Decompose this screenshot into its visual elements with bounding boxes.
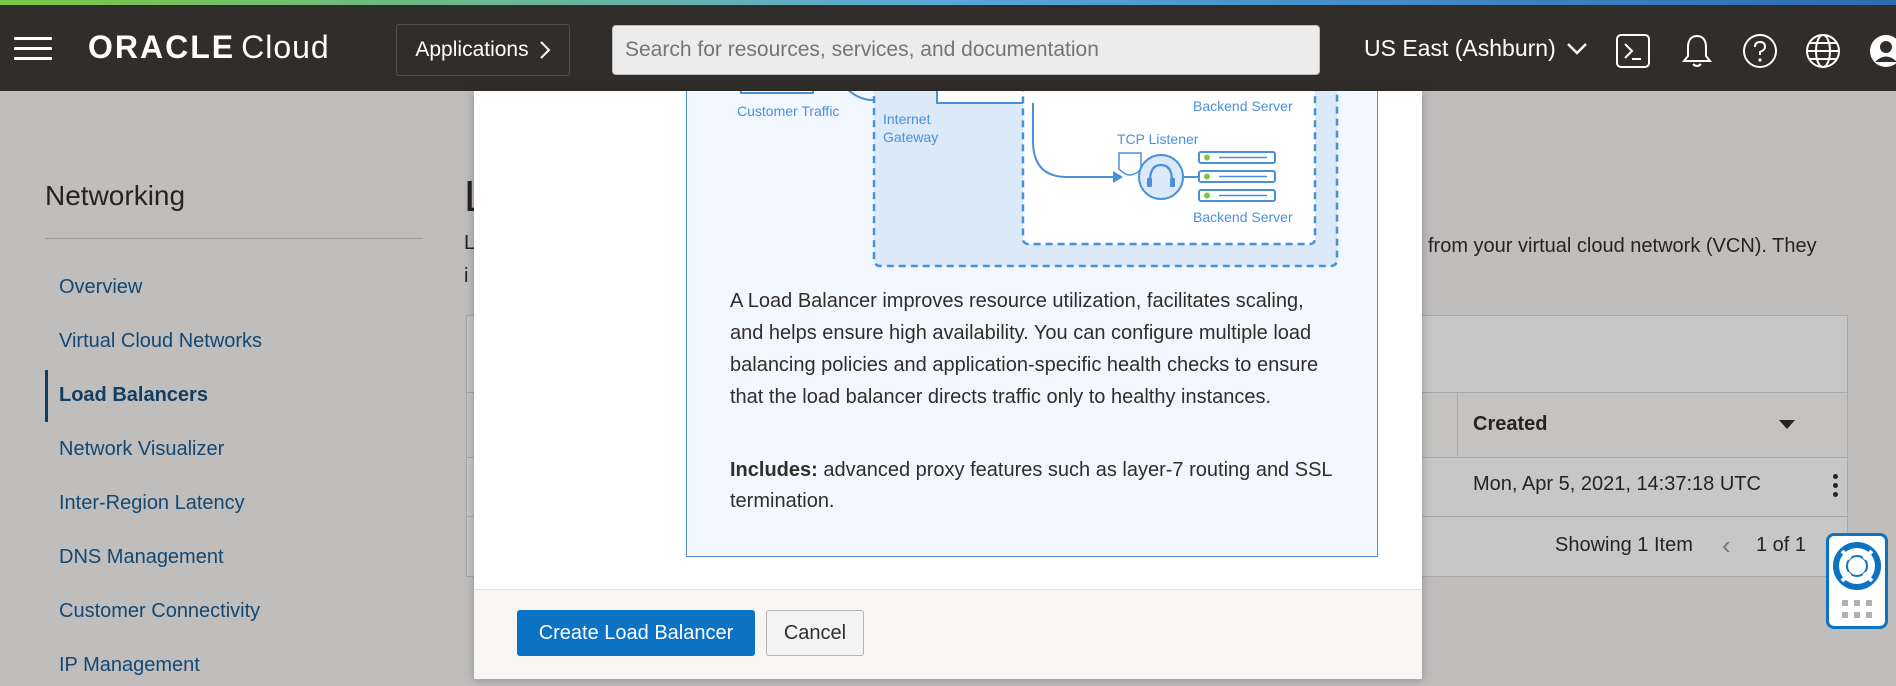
customer-traffic-icon — [740, 91, 814, 94]
load-balancer-description: A Load Balancer improves resource utiliz… — [730, 290, 1319, 408]
help-icon[interactable] — [1742, 33, 1778, 69]
load-balancer-info-panel: Customer Traffic Internet Gateway Backen… — [686, 91, 1378, 557]
region-selector[interactable]: US East (Ashburn) — [1364, 35, 1588, 62]
logo-brand: ORACLE — [88, 29, 236, 65]
backend-server-icon — [1198, 151, 1276, 202]
chevron-right-icon — [539, 41, 551, 59]
top-header: ORACLECloud Applications US East (Ashbur… — [0, 5, 1896, 91]
customer-traffic-label: Customer Traffic — [737, 103, 839, 119]
tcp-listener-label: TCP Listener — [1117, 131, 1199, 147]
logo-product: Cloud — [241, 29, 330, 65]
globe-icon[interactable] — [1805, 33, 1841, 69]
oracle-cloud-logo[interactable]: ORACLE Cloud — [88, 29, 330, 66]
includes-label: Includes: — [730, 459, 818, 481]
region-label: US East (Ashburn) — [1364, 35, 1556, 61]
lifebuoy-icon — [1833, 542, 1881, 618]
hamburger-menu-icon[interactable] — [14, 37, 52, 61]
includes-text: advanced proxy features such as layer-7 … — [730, 459, 1332, 512]
create-load-balancer-button[interactable]: Create Load Balancer — [517, 610, 755, 656]
search-input[interactable] — [612, 25, 1320, 75]
bell-icon[interactable] — [1679, 33, 1715, 69]
support-widget[interactable] — [1826, 533, 1888, 629]
grid-dots-icon — [1842, 600, 1872, 618]
applications-button[interactable]: Applications — [396, 24, 570, 76]
internet-label: Internet — [883, 111, 931, 127]
backend-server-label-1: Backend Server — [1193, 98, 1293, 114]
load-balancer-includes: Includes: advanced proxy features such a… — [730, 455, 1340, 517]
tcp-listener-icon — [1138, 154, 1184, 200]
create-load-balancer-dialog: Customer Traffic Internet Gateway Backen… — [474, 91, 1422, 679]
security-shield-icon — [1118, 152, 1142, 176]
cloud-shell-icon[interactable] — [1615, 33, 1651, 69]
chevron-down-icon — [1566, 42, 1587, 55]
applications-label: Applications — [415, 38, 529, 61]
dialog-footer: Create Load Balancer Cancel — [474, 589, 1422, 679]
backend-server-label-2: Backend Server — [1193, 209, 1293, 225]
load-balancer-diagram: Customer Traffic Internet Gateway Backen… — [737, 91, 1339, 268]
cancel-button[interactable]: Cancel — [766, 610, 864, 656]
user-avatar-icon[interactable] — [1868, 33, 1896, 69]
gateway-label: Gateway — [883, 129, 938, 145]
